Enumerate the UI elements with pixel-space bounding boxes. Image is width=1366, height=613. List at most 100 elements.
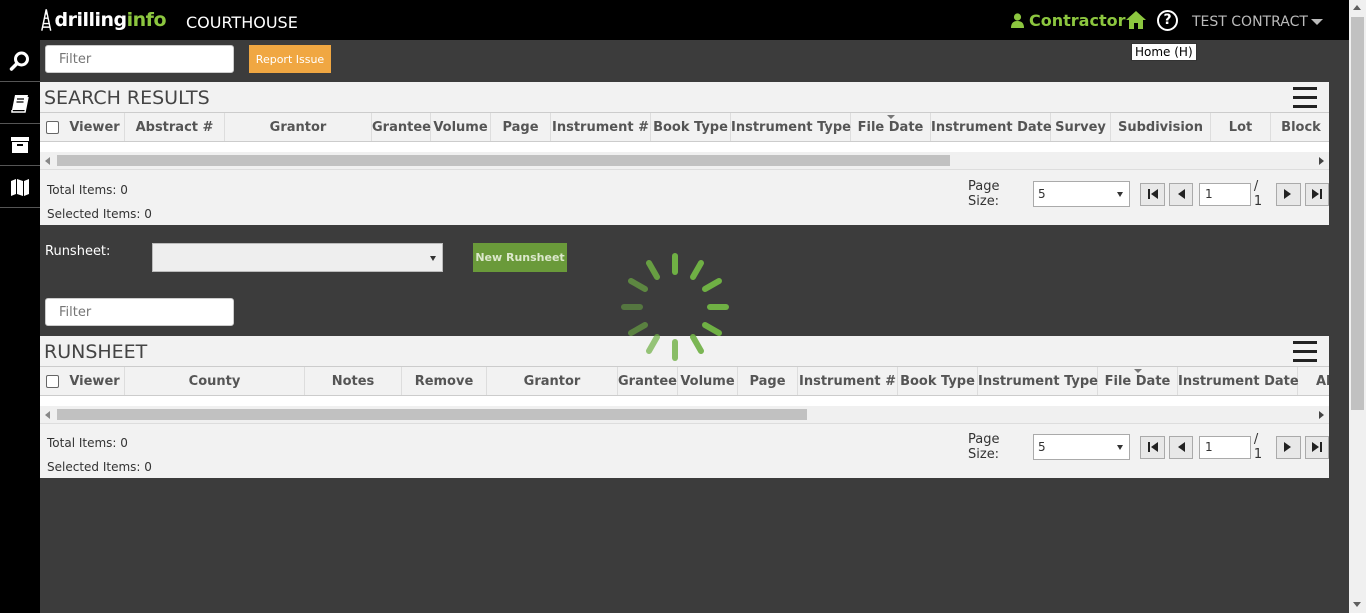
sidebar-item-archive[interactable] xyxy=(0,124,40,166)
runsheet-header-row: Viewer County Notes Remove Grantor Grant… xyxy=(40,366,1329,396)
dropdown-arrow-icon xyxy=(1116,192,1123,197)
scroll-left-arrow-icon[interactable] xyxy=(45,411,50,419)
sidebar-item-search[interactable] xyxy=(0,40,40,82)
sidebar-item-books[interactable] xyxy=(0,82,40,124)
first-page-icon xyxy=(1147,442,1158,452)
next-page-button[interactable] xyxy=(1276,182,1301,206)
runsheet-select[interactable] xyxy=(152,243,443,272)
column-header[interactable]: Notes xyxy=(305,367,402,395)
page-size-select[interactable]: 5 xyxy=(1033,181,1130,207)
search-results-header-row: Viewer Abstract # Grantor Grantee Volume… xyxy=(40,112,1329,142)
help-icon[interactable]: ? xyxy=(1157,10,1178,31)
scroll-right-arrow-icon[interactable] xyxy=(1319,411,1324,419)
column-header[interactable]: Page xyxy=(738,367,798,395)
column-header[interactable]: Remove xyxy=(402,367,487,395)
search-results-pager: Page Size: 5 1 / 1 xyxy=(968,179,1329,209)
selected-items-text: Selected Items: 0 xyxy=(47,207,152,221)
last-page-button[interactable] xyxy=(1304,435,1329,459)
select-all-checkbox[interactable] xyxy=(46,375,59,388)
column-header[interactable]: Volume xyxy=(431,113,491,141)
sidebar xyxy=(0,40,40,613)
column-header[interactable]: Viewer xyxy=(65,367,125,395)
search-results-hscroll[interactable] xyxy=(40,152,1329,169)
first-page-button[interactable] xyxy=(1140,435,1165,459)
column-header[interactable]: Grantee xyxy=(372,113,431,141)
user-menu[interactable]: TEST CONTRACT xyxy=(1192,14,1323,30)
sort-indicator-icon xyxy=(886,115,895,119)
sidebar-item-map[interactable] xyxy=(0,166,40,208)
contractor-link[interactable]: Contractor xyxy=(1011,11,1125,30)
column-header[interactable]: County xyxy=(125,367,305,395)
vertical-scrollbar[interactable] xyxy=(1349,0,1366,613)
column-header[interactable]: Grantor xyxy=(225,113,372,141)
column-header[interactable]: Book Type xyxy=(651,113,731,141)
prev-page-button[interactable] xyxy=(1168,435,1194,459)
next-page-icon xyxy=(1284,442,1292,452)
first-page-icon xyxy=(1147,189,1158,199)
first-page-button[interactable] xyxy=(1140,182,1165,206)
next-page-button[interactable] xyxy=(1276,435,1301,459)
search-results-panel: SEARCH RESULTS Viewer Abstract # Grantor… xyxy=(40,82,1329,225)
column-header[interactable]: Abstract # xyxy=(125,113,225,141)
runsheet-menu-icon[interactable] xyxy=(1293,341,1317,363)
user-icon xyxy=(1011,13,1024,28)
column-header[interactable]: Survey xyxy=(1051,113,1111,141)
total-items-text: Total Items: 0 xyxy=(47,183,128,197)
page-size-select[interactable]: 5 xyxy=(1033,434,1130,460)
scroll-left-arrow-icon[interactable] xyxy=(45,157,50,165)
archive-box-icon xyxy=(11,136,29,153)
column-header[interactable]: Instrument Type xyxy=(731,113,851,141)
oil-derrick-icon xyxy=(41,9,52,31)
scrollbar-thumb[interactable] xyxy=(1351,17,1364,410)
contractor-label: Contractor xyxy=(1029,11,1126,30)
column-header[interactable]: Instrument Type xyxy=(978,367,1098,395)
column-header[interactable]: Lot xyxy=(1211,113,1271,141)
column-header-sorted[interactable]: File Date xyxy=(851,113,931,141)
column-header[interactable]: Viewer xyxy=(65,113,125,141)
empty-content-area xyxy=(40,478,1329,613)
page-size-label: Page Size: xyxy=(968,179,1000,209)
column-header[interactable]: Book Type xyxy=(898,367,978,395)
search-results-filter-input[interactable] xyxy=(45,45,234,73)
report-issue-button[interactable]: Report Issue xyxy=(249,45,331,73)
runsheet-pager: Page Size: 5 1 / 1 xyxy=(968,432,1329,462)
search-results-title: SEARCH RESULTS xyxy=(44,87,210,109)
search-results-menu-icon[interactable] xyxy=(1293,87,1317,109)
app-name: COURTHOUSE xyxy=(186,13,298,32)
select-all-checkbox[interactable] xyxy=(46,121,59,134)
column-header[interactable]: Instrument Date xyxy=(931,113,1052,141)
column-header[interactable]: Al xyxy=(1298,367,1329,395)
column-header[interactable]: Page xyxy=(491,113,551,141)
runsheet-hscroll[interactable] xyxy=(40,406,1329,423)
column-header[interactable]: Grantee xyxy=(618,367,678,395)
scroll-up-arrow-icon[interactable] xyxy=(1353,5,1361,10)
last-page-icon xyxy=(1311,189,1322,199)
column-header[interactable]: Block xyxy=(1271,113,1329,141)
column-header[interactable]: Subdivision xyxy=(1111,113,1211,141)
page-number-input[interactable]: 1 xyxy=(1199,435,1251,459)
column-header[interactable]: Instrument Date xyxy=(1178,367,1299,395)
dropdown-arrow-icon xyxy=(430,256,436,261)
last-page-button[interactable] xyxy=(1304,182,1329,206)
column-header[interactable]: Instrument # xyxy=(551,113,651,141)
column-header[interactable]: Grantor xyxy=(487,367,618,395)
hscroll-thumb[interactable] xyxy=(57,409,807,420)
column-header[interactable]: Volume xyxy=(678,367,738,395)
hscroll-thumb[interactable] xyxy=(57,155,950,166)
prev-page-icon xyxy=(1177,189,1185,199)
page-number-input[interactable]: 1 xyxy=(1199,182,1251,206)
loading-spinner-icon xyxy=(621,253,729,361)
home-tooltip: Home (H) xyxy=(1131,43,1197,61)
new-runsheet-button[interactable]: New Runsheet xyxy=(473,243,567,272)
scroll-right-arrow-icon[interactable] xyxy=(1319,157,1324,165)
map-icon xyxy=(11,178,29,196)
scroll-down-arrow-icon[interactable] xyxy=(1353,602,1361,607)
logo[interactable]: drillinginfo xyxy=(40,3,167,37)
page-total-text: / 1 xyxy=(1253,432,1263,462)
home-icon[interactable] xyxy=(1125,9,1147,31)
book-icon xyxy=(11,94,29,113)
prev-page-button[interactable] xyxy=(1168,182,1194,206)
column-header-sorted[interactable]: File Date xyxy=(1098,367,1178,395)
runsheet-filter-input[interactable] xyxy=(45,298,234,326)
column-header[interactable]: Instrument # xyxy=(798,367,898,395)
